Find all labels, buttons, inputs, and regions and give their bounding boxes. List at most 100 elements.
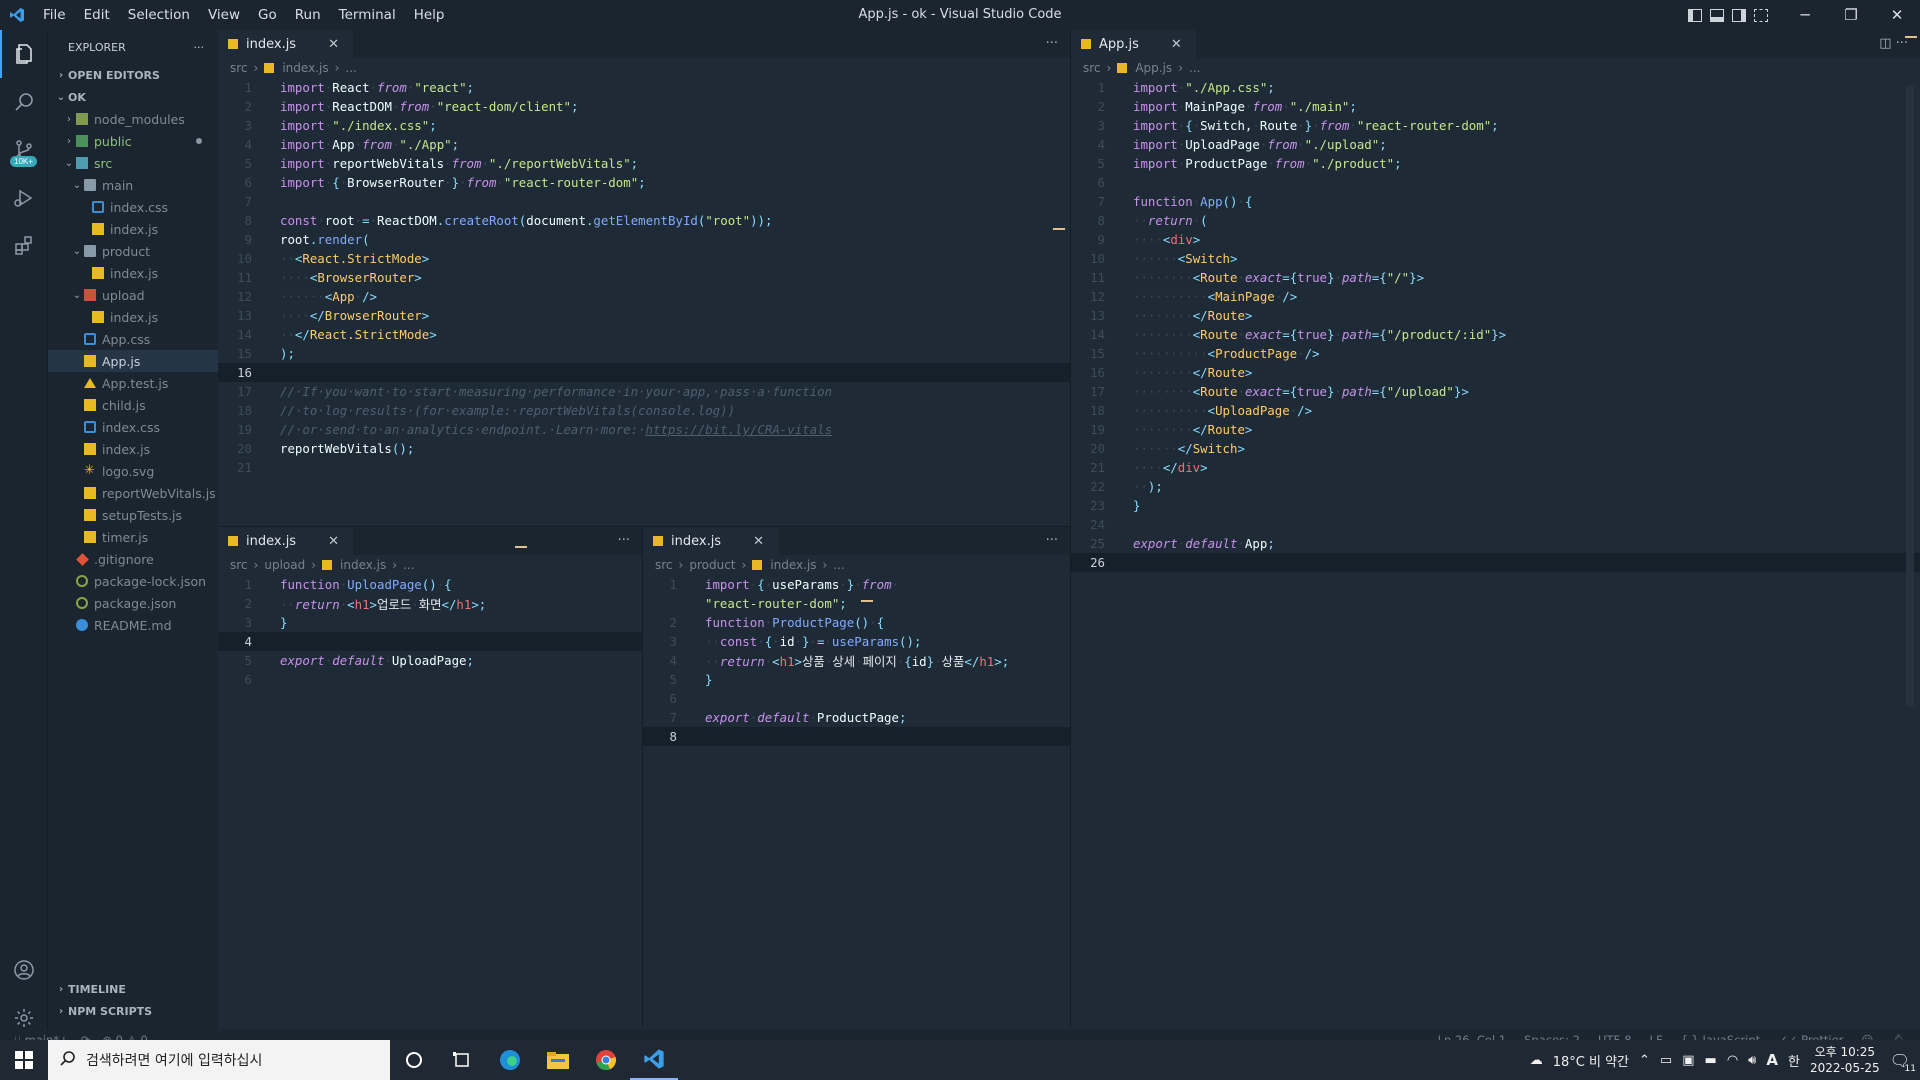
open-editors-section[interactable]: › OPEN EDITORS [48,64,218,86]
tree-item[interactable]: index.js [48,306,218,328]
breadcrumb-item[interactable]: ... [403,558,414,572]
breadcrumb-item[interactable]: index.js [340,558,386,572]
tree-item[interactable]: package-lock.json [48,570,218,592]
breadcrumb-item[interactable]: ... [833,558,844,572]
tree-item[interactable]: index.js [48,438,218,460]
tree-item[interactable]: index.js [48,262,218,284]
close-window-button[interactable]: ✕ [1874,6,1920,24]
close-tab-icon[interactable]: ✕ [1171,37,1182,52]
breadcrumb-item[interactable]: src [1083,61,1101,75]
npm-scripts-section[interactable]: › NPM SCRIPTS [48,1000,218,1022]
vscode-taskbar-icon[interactable] [630,1040,678,1080]
code-editor[interactable]: 1 import·"./App.css"; 2 import·MainPage·fro… [1071,78,1920,572]
workspace-root[interactable]: ⌄ OK [48,86,218,108]
weather-icon[interactable]: ☁ [1530,1053,1543,1068]
breadcrumb-item[interactable]: App.js [1135,61,1172,75]
group-divider[interactable] [1070,30,1071,1027]
close-tab-icon[interactable]: ✕ [328,534,339,549]
tree-item[interactable]: README.md [48,614,218,636]
windows-start-icon[interactable] [0,1040,48,1080]
ime-mode[interactable]: A [1766,1051,1778,1069]
code-editor[interactable]: 1 function·UploadPage()·{2 ··return·<h1>업로… [218,575,642,689]
editor-tab[interactable]: index.js ✕ [218,30,353,58]
tree-item[interactable]: ⌄ main [48,174,218,196]
menu-item-selection[interactable]: Selection [119,0,199,30]
edge-browser-icon[interactable] [486,1040,534,1080]
onedrive-icon[interactable]: ▭ [1660,1053,1672,1068]
tree-item[interactable]: ⌄ src [48,152,218,174]
explorer-icon[interactable] [0,30,48,78]
toggle-secondary-sidebar-icon[interactable] [1732,8,1746,22]
breadcrumb-item[interactable]: ... [345,61,356,75]
tree-item[interactable]: ⌄ product [48,240,218,262]
chevron-up-icon[interactable]: ⌃ [1639,1053,1650,1068]
menu-item-help[interactable]: Help [405,0,454,30]
account-icon[interactable] [0,946,48,994]
tree-item[interactable]: package.json [48,592,218,614]
editor-actions-icon[interactable]: ··· [618,533,630,548]
tree-item[interactable]: reportWebVitals.js [48,482,218,504]
editor-actions-icon[interactable]: ··· [1046,36,1058,51]
breadcrumb-item[interactable]: src [655,558,673,572]
extensions-icon[interactable] [0,222,48,270]
notification-center-icon[interactable]: 🗨︎ 11 [1890,1051,1916,1074]
source-control-icon[interactable]: 10K+ [0,126,48,174]
group-divider[interactable] [218,526,1070,527]
breadcrumb-item[interactable]: src [230,558,248,572]
editor-tab[interactable]: App.js ✕ [1071,30,1196,58]
menu-item-terminal[interactable]: Terminal [330,0,405,30]
breadcrumb-item[interactable]: index.js [770,558,816,572]
display-icon[interactable]: ▣ [1682,1053,1694,1068]
tree-item[interactable]: setupTests.js [48,504,218,526]
taskbar-search[interactable]: 검색하려면 여기에 입력하십시 [48,1040,390,1080]
close-tab-icon[interactable]: ✕ [753,534,764,549]
battery-icon[interactable]: ▬ [1705,1053,1717,1068]
editor-tab[interactable]: index.js ✕ [218,527,353,555]
breadcrumb-item[interactable]: ... [1189,61,1200,75]
tree-item[interactable]: index.js [48,218,218,240]
minimize-button[interactable]: ─ [1782,6,1828,24]
timeline-section[interactable]: › TIMELINE [48,978,218,1000]
group-divider[interactable] [642,527,643,1027]
tree-item[interactable]: › public [48,130,218,152]
breadcrumb-item[interactable]: src [230,61,248,75]
cortana-icon[interactable] [390,1040,438,1080]
tree-item[interactable]: App.js [48,350,218,372]
menu-item-view[interactable]: View [199,0,249,30]
tree-item[interactable]: index.css [48,416,218,438]
run-debug-icon[interactable] [0,174,48,222]
chrome-icon[interactable] [582,1040,630,1080]
tree-item[interactable]: App.test.js [48,372,218,394]
breadcrumb-item[interactable]: product [689,558,735,572]
toggle-panel-icon[interactable] [1710,8,1724,22]
scrollbar[interactable] [1906,86,1914,706]
editor-tab[interactable]: index.js ✕ [643,527,778,555]
search-icon[interactable] [0,78,48,126]
tree-item[interactable]: .gitignore [48,548,218,570]
customize-layout-icon[interactable] [1754,8,1768,22]
breadcrumb-item[interactable]: index.js [282,61,328,75]
tree-item[interactable]: index.css [48,196,218,218]
tree-item[interactable]: ✳ logo.svg [48,460,218,482]
volume-icon[interactable]: 🔊︎ [1748,1053,1756,1068]
wifi-icon[interactable]: ◠ [1727,1053,1738,1068]
tree-item[interactable]: ⌄ upload [48,284,218,306]
editor-actions-icon[interactable]: ··· [1046,533,1058,548]
explorer-more-icon[interactable]: ··· [194,41,205,54]
weather-text[interactable]: 18°C 비 약간 [1553,1051,1629,1070]
breadcrumb-item[interactable]: upload [264,558,305,572]
tree-item[interactable]: timer.js [48,526,218,548]
ime-hangul[interactable]: 한 [1788,1051,1800,1070]
restore-button[interactable]: ❐ [1828,6,1874,24]
clock[interactable]: 오후 10:25 2022-05-25 [1810,1044,1880,1076]
menu-item-edit[interactable]: Edit [75,0,119,30]
task-view-icon[interactable] [438,1040,486,1080]
toggle-sidebar-icon[interactable] [1688,8,1702,22]
menu-item-file[interactable]: File [34,0,75,30]
tree-item[interactable]: › node_modules [48,108,218,130]
code-editor[interactable]: 1 import·React·from·"react"; 2 import·React… [218,78,1070,477]
menu-item-go[interactable]: Go [249,0,286,30]
file-explorer-icon[interactable] [534,1040,582,1080]
menu-item-run[interactable]: Run [286,0,330,30]
tree-item[interactable]: child.js [48,394,218,416]
